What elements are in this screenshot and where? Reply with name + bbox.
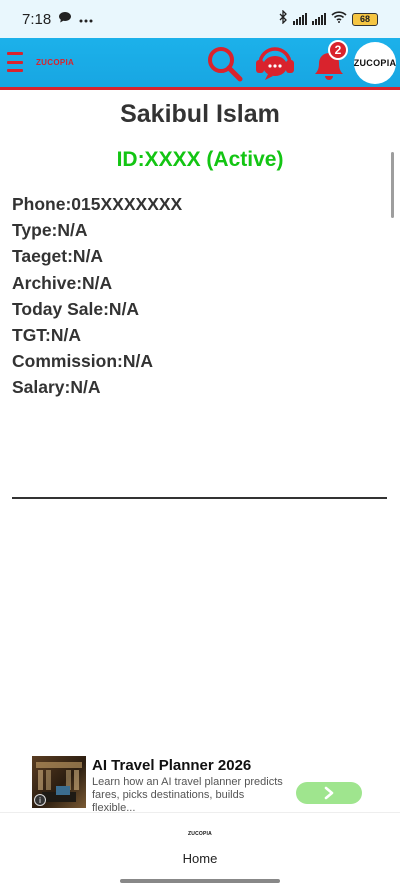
info-salary: Salary:N/A (12, 377, 101, 398)
info-type: Type:N/A (12, 220, 88, 241)
battery-icon: 68 (352, 12, 378, 26)
home-logo-icon[interactable]: ZUCOPIA (0, 831, 400, 837)
support-chat-icon[interactable] (252, 42, 298, 86)
more-dots-icon (79, 10, 93, 28)
ad-info-icon[interactable]: i (34, 794, 46, 806)
info-commission: Commission:N/A (12, 351, 153, 372)
nav-home-label[interactable]: Home (0, 851, 400, 866)
gesture-handle[interactable] (120, 879, 280, 883)
info-archive: Archive:N/A (12, 272, 113, 293)
screen: 7:18 68 ZUCOPIA 2 ZUCOPIA Sakibul Islam … (0, 0, 400, 889)
divider (12, 497, 387, 499)
scrollbar[interactable] (391, 152, 394, 218)
profile-info-list: Phone:015XXXXXXX Type:N/A Taeget:N/A Arc… (12, 191, 182, 401)
status-bar: 7:18 68 (0, 0, 400, 38)
bottom-navigation: ZUCOPIA Home (0, 812, 400, 889)
bluetooth-icon (279, 8, 288, 29)
notification-badge: 2 (328, 40, 348, 60)
ad-description: Learn how an AI travel planner predicts … (92, 776, 283, 814)
signal-icon (312, 13, 326, 25)
app-header: ZUCOPIA 2 ZUCOPIA (0, 38, 400, 90)
search-icon[interactable] (205, 44, 245, 84)
ad-banner[interactable]: i AI Travel Planner 2026 Learn how an AI… (0, 752, 400, 814)
info-phone: Phone:015XXXXXXX (12, 194, 183, 214)
profile-name: Sakibul Islam (120, 100, 280, 128)
signal-icon (293, 13, 307, 25)
chat-bubble-icon (59, 10, 72, 28)
profile-id-status: ID:XXXX (Active) (116, 148, 284, 171)
clock: 7:18 (22, 10, 52, 28)
info-target: Taeget:N/A (12, 246, 104, 267)
wifi-icon (331, 10, 347, 28)
ad-title[interactable]: AI Travel Planner 2026 (92, 757, 251, 774)
profile-logo-avatar[interactable]: ZUCOPIA (354, 42, 396, 84)
chevron-right-icon (324, 786, 334, 800)
brand-logo: ZUCOPIA (36, 58, 75, 67)
info-tgt: TGT:N/A (12, 324, 82, 345)
ad-open-button[interactable] (296, 782, 362, 804)
menu-icon[interactable] (7, 52, 23, 72)
info-today-sale: Today Sale:N/A (12, 298, 140, 319)
